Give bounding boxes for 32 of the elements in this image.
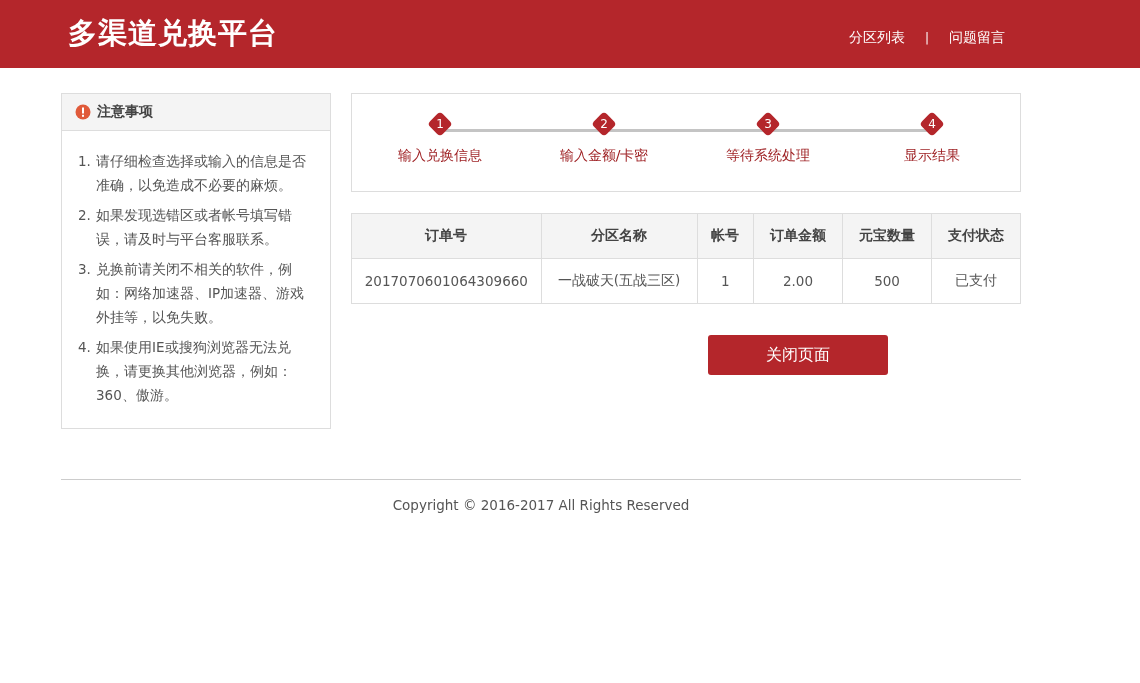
item-number: 3. [78, 260, 92, 279]
step-label: 等待系统处理 [726, 147, 810, 165]
column-header: 订单金额 [753, 213, 843, 259]
panel-title: 注意事项 [97, 103, 153, 121]
column-header: 帐号 [697, 213, 754, 259]
notice-text: 请仔细检查选择或输入的信息是否准确，以免造成不必要的麻烦。 [96, 152, 307, 195]
nav-separator: | [924, 31, 929, 45]
step-label: 显示结果 [904, 147, 960, 165]
column-header: 订单号 [351, 213, 542, 259]
column-header: 分区名称 [541, 213, 698, 259]
item-number: 2. [78, 206, 92, 225]
warning-icon [75, 104, 91, 120]
notice-text: 如果发现选错区或者帐号填写错误，请及时与平台客服联系。 [96, 206, 293, 249]
notice-text: 如果使用IE或搜狗浏览器无法兑换，请更换其他浏览器，例如：360、傲游。 [96, 338, 293, 405]
nav-link[interactable]: 问题留言 [949, 29, 1005, 47]
site-title: 多渠道兑换平台 [68, 15, 279, 52]
step-label: 输入兑换信息 [398, 147, 482, 165]
table-cell: 2017070601064309660 [351, 258, 542, 304]
notice-text: 兑换前请关闭不相关的软件，例如：网络加速器、IP加速器、游戏外挂等，以免失败。 [96, 260, 306, 327]
step-label: 输入金额/卡密 [559, 147, 649, 165]
column-header: 元宝数量 [842, 213, 932, 259]
table-cell: 已支付 [931, 258, 1021, 304]
table-cell: 1 [697, 258, 754, 304]
item-number: 1. [78, 152, 92, 171]
table-cell: 2.00 [753, 258, 843, 304]
nav-link[interactable]: 分区列表 [848, 29, 905, 47]
column-header: 支付状态 [931, 213, 1021, 259]
close-page-button[interactable]: 关闭页面 [708, 335, 888, 375]
item-number: 4. [78, 338, 92, 357]
table-cell: 500 [842, 258, 932, 304]
table-cell: 一战破天(五战三区) [541, 258, 698, 304]
copyright-text: Copyright © 2016-2017 All Rights Reserved [391, 497, 691, 513]
